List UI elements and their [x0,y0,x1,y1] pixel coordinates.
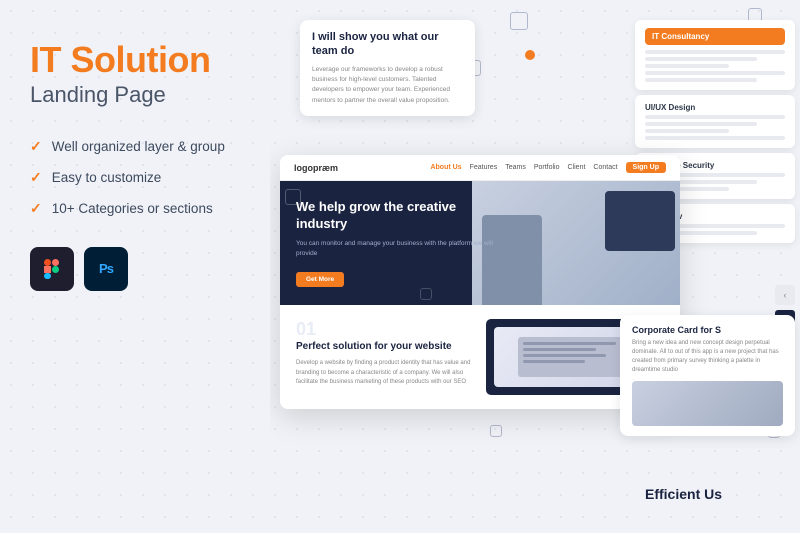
check-icon-1: ✓ [30,138,42,155]
it-consultancy-card: IT Consultancy [635,20,795,90]
nav-link-contact: Contact [593,164,617,171]
feature-item-1: ✓ Well organized layer & group [30,138,290,155]
hero-image [472,181,680,305]
hero-tablet-image [605,191,675,251]
corporate-card: Corporate Card for S Bring a new idea an… [620,315,795,436]
hero-cta-button[interactable]: Get More [296,272,344,287]
nav-cta-button[interactable]: Sign Up [626,162,666,173]
section2-left: 01 Perfect solution for your website Dev… [296,319,474,395]
figma-icon [30,247,74,291]
hero-content: We help grow the creative industry You c… [296,199,498,287]
nav-link-client: Client [568,164,586,171]
efficient-us-section: Efficient Us [645,486,795,503]
deco-square-1 [510,12,528,30]
nav-link-portfolio: Portfolio [534,164,560,171]
mockup-hero: We help grow the creative industry You c… [280,181,680,305]
mockup-navbar: logopræm About Us Features Teams Portfol… [280,155,680,181]
ux-design-card: UI/UX Design [635,95,795,148]
tool-icons: Ps [30,247,290,291]
check-icon-2: ✓ [30,169,42,186]
prev-arrow-button[interactable]: ‹ [775,285,795,305]
feature-item-3: ✓ 10+ Categories or sections [30,200,290,217]
deco-square-5 [490,425,502,437]
check-icon-3: ✓ [30,200,42,217]
left-panel: IT Solution Landing Page ✓ Well organize… [30,40,290,291]
orange-dot [525,50,535,60]
card-lines [645,50,785,82]
nav-link-about: About Us [430,164,461,171]
feature-list: ✓ Well organized layer & group ✓ Easy to… [30,138,290,217]
right-panel: I will show you what our team do Leverag… [270,0,800,533]
nav-links: About Us Features Teams Portfolio Client… [430,164,617,171]
page-title: IT Solution Landing Page [30,40,290,108]
photoshop-icon: Ps [84,247,128,291]
hero-deco-sq-2 [420,288,432,300]
nav-link-teams: Teams [505,164,526,171]
nav-logo: logopræm [294,163,338,173]
nav-link-features: Features [470,164,498,171]
float-text-card: I will show you what our team do Leverag… [300,20,475,116]
corporate-card-image [632,381,783,426]
feature-item-2: ✓ Easy to customize [30,169,290,186]
